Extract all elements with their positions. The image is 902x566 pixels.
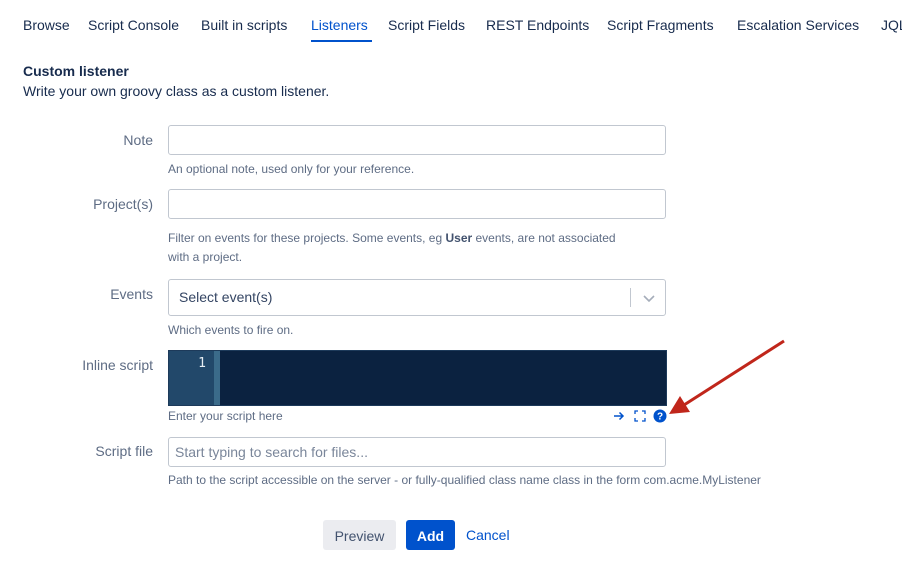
projects-help-line2: with a project. [168, 250, 243, 264]
tab-script-console[interactable]: Script Console [88, 16, 179, 34]
tab-escalation-services[interactable]: Escalation Services [737, 16, 859, 34]
projects-field-wrapper [168, 189, 666, 219]
tab-rest-endpoints[interactable]: REST Endpoints [486, 16, 589, 34]
events-help: Which events to fire on. [168, 323, 294, 337]
arrow-right-icon[interactable] [612, 409, 626, 423]
inline-script-label: Inline script [82, 357, 153, 373]
inline-script-help: Enter your script here [168, 409, 283, 423]
line-number: 1 [198, 356, 206, 371]
script-file-help: Path to the script accessible on the ser… [168, 473, 761, 487]
note-input[interactable] [169, 126, 665, 154]
section-description: Write your own groovy class as a custom … [23, 83, 330, 99]
script-file-field-wrapper [168, 437, 666, 467]
help-icon[interactable]: ? [653, 409, 667, 423]
projects-label: Project(s) [93, 196, 153, 212]
projects-input[interactable] [169, 190, 665, 218]
projects-help-bold: User [445, 231, 473, 245]
note-help: An optional note, used only for your ref… [168, 162, 415, 176]
select-separator [630, 288, 631, 307]
projects-help: Filter on events for these projects. Som… [168, 229, 658, 267]
section-title: Custom listener [23, 63, 129, 79]
tab-jql[interactable]: JQL [881, 16, 902, 34]
projects-help-post: events, are not associated [472, 231, 616, 245]
preview-button[interactable]: Preview [323, 520, 396, 550]
fullscreen-icon[interactable] [633, 409, 647, 423]
script-editor[interactable]: 1 [168, 350, 667, 406]
active-tab-underline [311, 40, 372, 42]
tab-listeners[interactable]: Listeners [311, 16, 368, 34]
tab-built-in-scripts[interactable]: Built in scripts [201, 16, 287, 34]
script-file-label: Script file [95, 443, 153, 459]
top-nav-tabs: Browse Script Console Built in scripts L… [0, 0, 902, 42]
chevron-down-icon[interactable] [641, 290, 657, 306]
tab-browse[interactable]: Browse [23, 16, 70, 34]
script-file-input[interactable] [169, 438, 665, 466]
svg-text:?: ? [657, 412, 663, 423]
editor-active-line-marker [214, 351, 220, 405]
tab-script-fields[interactable]: Script Fields [388, 16, 465, 34]
events-select[interactable]: Select event(s) [168, 279, 666, 316]
add-button[interactable]: Add [406, 520, 455, 550]
events-label: Events [110, 286, 153, 302]
cancel-link[interactable]: Cancel [466, 527, 510, 544]
note-label: Note [123, 132, 153, 148]
editor-toolbar: ? [612, 409, 672, 423]
events-select-placeholder: Select event(s) [179, 289, 273, 305]
note-field-wrapper [168, 125, 666, 155]
editor-gutter: 1 [169, 351, 214, 405]
tab-script-fragments[interactable]: Script Fragments [607, 16, 714, 34]
projects-help-pre: Filter on events for these projects. Som… [168, 231, 446, 245]
